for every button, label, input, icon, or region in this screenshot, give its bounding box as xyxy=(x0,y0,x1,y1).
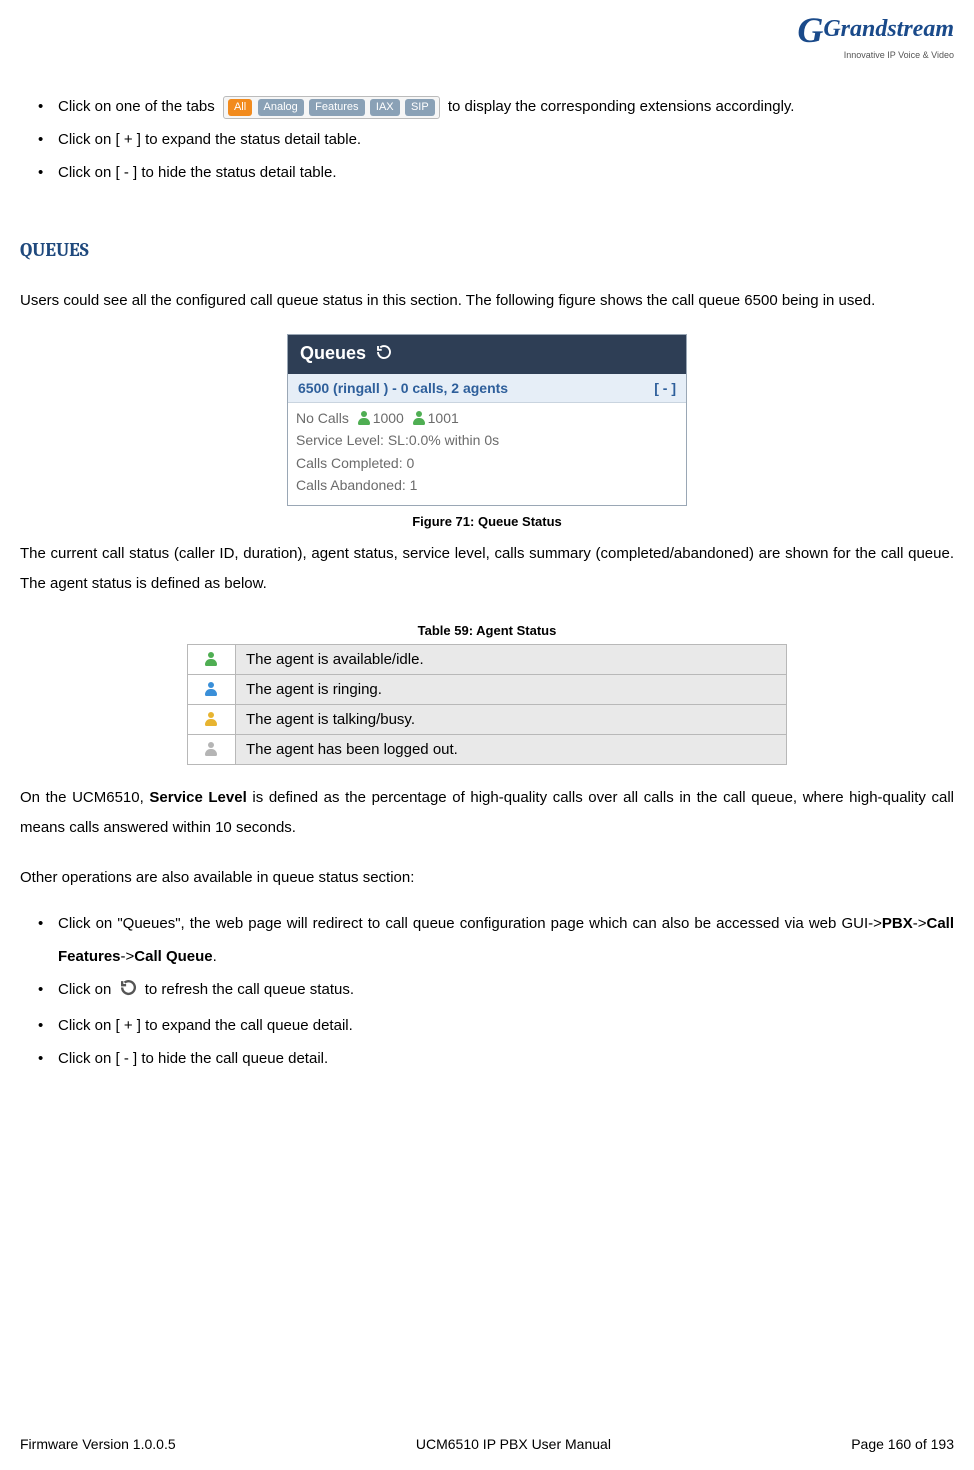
table-row: The agent has been logged out. xyxy=(188,734,787,764)
bullet-item: Click on [ + ] to expand the call queue … xyxy=(38,1009,954,1042)
tab-sip[interactable]: SIP xyxy=(405,99,435,116)
queue-detail: No Calls 1000 1001 Service Level: SL:0.0… xyxy=(288,403,686,505)
logo-tagline: Innovative IP Voice & Video xyxy=(797,50,954,60)
tab-features[interactable]: Features xyxy=(309,99,364,116)
status-desc: The agent is available/idle. xyxy=(236,644,787,674)
queues-panel: Queues 6500 (ringall ) - 0 calls, 2 agen… xyxy=(287,334,687,506)
queue-line: Calls Abandoned: 1 xyxy=(296,474,678,496)
table-row: The agent is ringing. xyxy=(188,674,787,704)
footer-center: UCM6510 IP PBX User Manual xyxy=(416,1436,611,1452)
status-icon-cell xyxy=(188,674,236,704)
no-calls-label: No Calls xyxy=(296,410,349,426)
status-icon-cell xyxy=(188,734,236,764)
status-icon-cell xyxy=(188,644,236,674)
figure-caption: Figure 71: Queue Status xyxy=(20,514,954,529)
tab-analog[interactable]: Analog xyxy=(258,99,304,116)
bullet-item: Click on "Queues", the web page will red… xyxy=(38,907,954,973)
section-heading-queues: QUEUES xyxy=(20,239,954,261)
queue-line: Calls Completed: 0 xyxy=(296,452,678,474)
collapse-toggle[interactable]: [ - ] xyxy=(654,380,676,396)
bullet-item: Click on [ + ] to expand the status deta… xyxy=(38,123,954,156)
paragraph: The current call status (caller ID, dura… xyxy=(20,539,954,599)
bullet-item: Click on to refresh the call queue statu… xyxy=(38,973,954,1009)
agent-status-table: The agent is available/idle. The agent i… xyxy=(187,644,787,765)
queue-line: No Calls 1000 1001 xyxy=(296,407,678,429)
text: On the UCM6510, xyxy=(20,789,149,806)
tab-all[interactable]: All xyxy=(228,99,252,116)
status-icon-cell xyxy=(188,704,236,734)
bullet-list-top: Click on one of the tabs All Analog Feat… xyxy=(20,90,954,189)
text: Click on one of the tabs xyxy=(58,98,219,115)
tab-group-image: All Analog Features IAX SIP xyxy=(223,96,440,119)
paragraph: Users could see all the configured call … xyxy=(20,286,954,316)
bullet-item: Click on [ - ] to hide the status detail… xyxy=(38,156,954,189)
logo-text: GGrandstream xyxy=(797,12,954,48)
bullet-list-bottom: Click on "Queues", the web page will red… xyxy=(20,907,954,1075)
table-caption: Table 59: Agent Status xyxy=(20,623,954,638)
text-bold: Call Queue xyxy=(134,948,212,965)
refresh-icon[interactable] xyxy=(119,976,138,1009)
agent-available-icon xyxy=(357,411,371,425)
agent-loggedout-icon xyxy=(204,742,218,756)
status-desc: The agent is talking/busy. xyxy=(236,704,787,734)
text: -> xyxy=(121,948,135,965)
bullet-item: Click on [ - ] to hide the call queue de… xyxy=(38,1042,954,1075)
table-row: The agent is talking/busy. xyxy=(188,704,787,734)
text-bold: PBX xyxy=(882,915,913,932)
agent-ext: 1000 xyxy=(373,410,404,426)
status-desc: The agent is ringing. xyxy=(236,674,787,704)
agent-available-icon xyxy=(412,411,426,425)
text: -> xyxy=(913,915,927,932)
queue-row[interactable]: 6500 (ringall ) - 0 calls, 2 agents [ - … xyxy=(288,374,686,403)
agent-busy-icon xyxy=(204,712,218,726)
text: Click on xyxy=(58,981,116,998)
brand-name: Grandstream xyxy=(823,16,954,42)
agent-ext: 1001 xyxy=(428,410,459,426)
figure-queue-status: Queues 6500 (ringall ) - 0 calls, 2 agen… xyxy=(20,334,954,529)
queues-title: Queues xyxy=(300,343,366,363)
text: . xyxy=(213,948,217,965)
agent-ringing-icon xyxy=(204,682,218,696)
text: to display the corresponding extensions … xyxy=(448,98,795,115)
paragraph: Other operations are also available in q… xyxy=(20,863,954,893)
queues-header[interactable]: Queues xyxy=(288,335,686,374)
bullet-item: Click on one of the tabs All Analog Feat… xyxy=(38,90,954,123)
brand-logo: GGrandstream Innovative IP Voice & Video xyxy=(797,12,954,60)
footer-right: Page 160 of 193 xyxy=(851,1436,954,1452)
queue-line: Service Level: SL:0.0% within 0s xyxy=(296,429,678,451)
footer-left: Firmware Version 1.0.0.5 xyxy=(20,1436,176,1452)
queue-summary: 6500 (ringall ) - 0 calls, 2 agents xyxy=(298,380,508,396)
tab-iax[interactable]: IAX xyxy=(370,99,400,116)
text: Click on "Queues", the web page will red… xyxy=(58,915,882,932)
table-row: The agent is available/idle. xyxy=(188,644,787,674)
page-footer: Firmware Version 1.0.0.5 UCM6510 IP PBX … xyxy=(20,1436,954,1452)
status-desc: The agent has been logged out. xyxy=(236,734,787,764)
refresh-icon[interactable] xyxy=(375,343,393,366)
text: to refresh the call queue status. xyxy=(145,981,354,998)
agent-available-icon xyxy=(204,652,218,666)
paragraph: On the UCM6510, Service Level is defined… xyxy=(20,783,954,843)
text-bold: Service Level xyxy=(149,789,246,806)
